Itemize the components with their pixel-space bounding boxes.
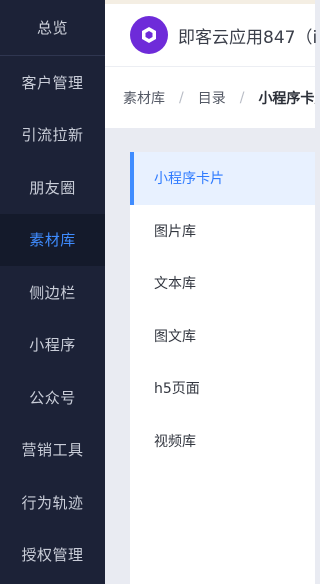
sidebar: 总览 客户管理 引流拉新 朋友圈 素材库 侧边栏 小程序 公众号 营销工具 行为…	[0, 0, 105, 584]
header-accent-strip	[105, 0, 315, 4]
sidebar-item-moments[interactable]: 朋友圈	[0, 161, 105, 214]
sidebar-item-marketing-tools[interactable]: 营销工具	[0, 424, 105, 477]
sidebar-item-overview[interactable]: 总览	[0, 0, 105, 56]
library-item-mini-program-card[interactable]: 小程序卡片	[130, 152, 315, 205]
sidebar-item-label: 总览	[36, 19, 68, 37]
breadcrumb: 素材库 / 目录 / 小程序卡片	[105, 66, 315, 128]
sidebar-item-label: 素材库	[29, 231, 76, 250]
library-item-label: 图片库	[154, 223, 196, 240]
library-item-h5-page[interactable]: h5页面	[130, 362, 315, 415]
sidebar-item-mini-program[interactable]: 小程序	[0, 319, 105, 372]
hexagon-icon	[142, 27, 156, 43]
breadcrumb-item-materials[interactable]: 素材库	[123, 88, 165, 108]
library-item-label: 小程序卡片	[154, 171, 224, 188]
top-header: 即客云应用847（i	[105, 0, 317, 66]
breadcrumb-separator: /	[179, 89, 184, 106]
library-item-text-library[interactable]: 文本库	[130, 257, 315, 310]
library-menu: 小程序卡片 图片库 文本库 图文库 h5页面 视频库	[130, 152, 315, 584]
library-item-article-library[interactable]: 图文库	[130, 310, 315, 363]
library-item-image-library[interactable]: 图片库	[130, 205, 315, 258]
sidebar-item-label: 行为轨迹	[21, 493, 84, 512]
app-logo-icon[interactable]	[130, 16, 168, 54]
library-item-video-library[interactable]: 视频库	[130, 415, 315, 468]
library-item-label: 视频库	[154, 433, 196, 450]
sidebar-item-label: 引流拉新	[21, 126, 84, 145]
sidebar-item-label: 授权管理	[21, 546, 84, 565]
sidebar-item-label: 侧边栏	[29, 283, 76, 302]
sidebar-item-customer-management[interactable]: 客户管理	[0, 56, 105, 109]
breadcrumb-item-current: 小程序卡片	[258, 90, 315, 107]
app-name[interactable]: 即客云应用847（i	[178, 23, 317, 48]
main-content: 小程序卡片 图片库 文本库 图文库 h5页面 视频库	[105, 128, 315, 584]
sidebar-item-materials[interactable]: 素材库	[0, 213, 105, 266]
sidebar-item-side-panel[interactable]: 侧边栏	[0, 266, 105, 319]
breadcrumb-item-catalog[interactable]: 目录	[198, 88, 226, 108]
sidebar-item-official-account[interactable]: 公众号	[0, 371, 105, 424]
sidebar-item-authorization[interactable]: 授权管理	[0, 529, 105, 582]
sidebar-item-label: 营销工具	[21, 441, 84, 460]
sidebar-item-label: 小程序	[29, 336, 76, 355]
library-item-label: 图文库	[154, 328, 196, 345]
library-item-label: 文本库	[154, 276, 196, 293]
sidebar-item-label: 朋友圈	[29, 178, 76, 197]
breadcrumb-separator: /	[239, 89, 245, 106]
sidebar-item-label: 客户管理	[21, 73, 84, 92]
sidebar-item-behavior-tracking[interactable]: 行为轨迹	[0, 476, 105, 529]
sidebar-item-lead-generation[interactable]: 引流拉新	[0, 109, 105, 162]
sidebar-item-label: 公众号	[29, 388, 76, 407]
library-item-label: h5页面	[154, 381, 200, 398]
